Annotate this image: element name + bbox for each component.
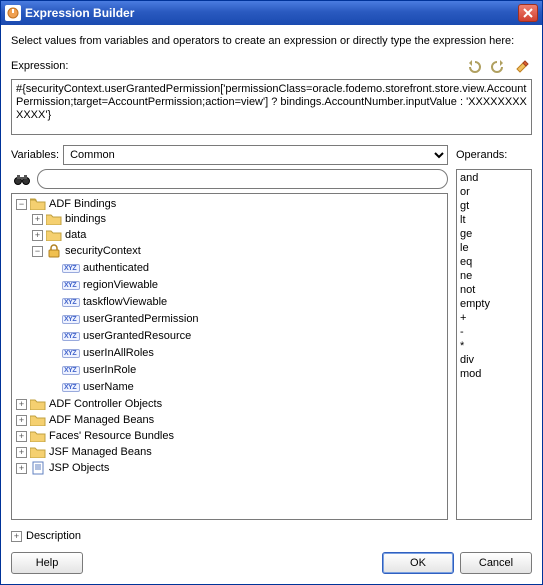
tree-node-label: authenticated [83, 262, 149, 274]
tree-node-label: bindings [65, 213, 106, 225]
search-input[interactable] [37, 169, 448, 189]
intro-text: Select values from variables and operato… [11, 35, 532, 47]
tree-node-label: securityContext [65, 245, 141, 257]
list-item[interactable]: or [460, 185, 528, 199]
app-icon [5, 5, 21, 21]
property-icon: XYZ [62, 281, 80, 290]
list-item[interactable]: + [460, 311, 528, 325]
tree-node-label: Faces' Resource Bundles [49, 430, 174, 442]
expand-toggle[interactable] [32, 214, 43, 225]
list-item[interactable]: and [460, 171, 528, 185]
tree-node-label: userGrantedPermission [83, 313, 199, 325]
tree-node-label: data [65, 229, 86, 241]
description-toggle[interactable] [11, 531, 22, 542]
operands-list[interactable]: and or gt lt ge le eq ne not empty + - *… [456, 169, 532, 520]
tree-node-label: ADF Controller Objects [49, 398, 162, 410]
lock-icon [46, 244, 62, 258]
tree-node-label: JSF Managed Beans [49, 446, 152, 458]
property-icon: XYZ [62, 298, 80, 307]
folder-icon [30, 413, 46, 427]
property-icon: XYZ [62, 332, 80, 341]
expand-toggle[interactable] [16, 399, 27, 410]
variables-label: Variables: [11, 149, 59, 161]
property-icon: XYZ [62, 366, 80, 375]
ok-button[interactable]: OK [382, 552, 454, 574]
folder-icon [30, 445, 46, 459]
tree-node-label: userGrantedResource [83, 330, 191, 342]
binoculars-icon[interactable] [11, 170, 33, 188]
cancel-button[interactable]: Cancel [460, 552, 532, 574]
expression-builder-dialog: Expression Builder Select values from va… [0, 0, 543, 585]
operands-label: Operands: [456, 145, 532, 165]
list-item[interactable]: ge [460, 227, 528, 241]
tree-node-label: ADF Managed Beans [49, 414, 154, 426]
folder-icon [30, 397, 46, 411]
list-item[interactable]: empty [460, 297, 528, 311]
expand-toggle[interactable] [16, 431, 27, 442]
list-item[interactable]: div [460, 353, 528, 367]
list-item[interactable]: lt [460, 213, 528, 227]
close-button[interactable] [518, 4, 538, 22]
variables-combo[interactable]: Common [63, 145, 448, 165]
folder-icon [46, 212, 62, 226]
tree-node-label: JSP Objects [49, 462, 109, 474]
undo-button[interactable] [464, 57, 484, 75]
tree-node-label: ADF Bindings [49, 198, 116, 210]
folder-icon [46, 228, 62, 242]
description-label: Description [26, 530, 81, 542]
property-icon: XYZ [62, 264, 80, 273]
clear-button[interactable] [512, 57, 532, 75]
list-item[interactable]: eq [460, 255, 528, 269]
list-item[interactable]: le [460, 241, 528, 255]
titlebar[interactable]: Expression Builder [1, 1, 542, 25]
expand-toggle[interactable] [16, 199, 27, 210]
property-icon: XYZ [62, 349, 80, 358]
expand-toggle[interactable] [16, 447, 27, 458]
expression-textarea[interactable]: #{securityContext.userGrantedPermission[… [11, 79, 532, 135]
redo-button[interactable] [488, 57, 508, 75]
tree-node-label: userName [83, 381, 134, 393]
property-icon: XYZ [62, 315, 80, 324]
list-item[interactable]: * [460, 339, 528, 353]
expression-label: Expression: [11, 60, 460, 72]
tree-node-label: regionViewable [83, 279, 158, 291]
variables-tree[interactable]: ADF Bindings bindings data securityConte… [11, 193, 448, 520]
list-item[interactable]: - [460, 325, 528, 339]
expand-toggle[interactable] [32, 246, 43, 257]
folder-icon [30, 429, 46, 443]
expand-toggle[interactable] [16, 463, 27, 474]
page-icon [30, 461, 46, 475]
list-item[interactable]: not [460, 283, 528, 297]
tree-node-label: userInAllRoles [83, 347, 154, 359]
expand-toggle[interactable] [16, 415, 27, 426]
tree-node-label: taskflowViewable [83, 296, 167, 308]
help-button[interactable]: Help [11, 552, 83, 574]
folder-icon [30, 197, 46, 211]
list-item[interactable]: ne [460, 269, 528, 283]
property-icon: XYZ [62, 383, 80, 392]
list-item[interactable]: mod [460, 367, 528, 381]
expand-toggle[interactable] [32, 230, 43, 241]
window-title: Expression Builder [25, 6, 518, 20]
list-item[interactable]: gt [460, 199, 528, 213]
tree-node-label: userInRole [83, 364, 136, 376]
